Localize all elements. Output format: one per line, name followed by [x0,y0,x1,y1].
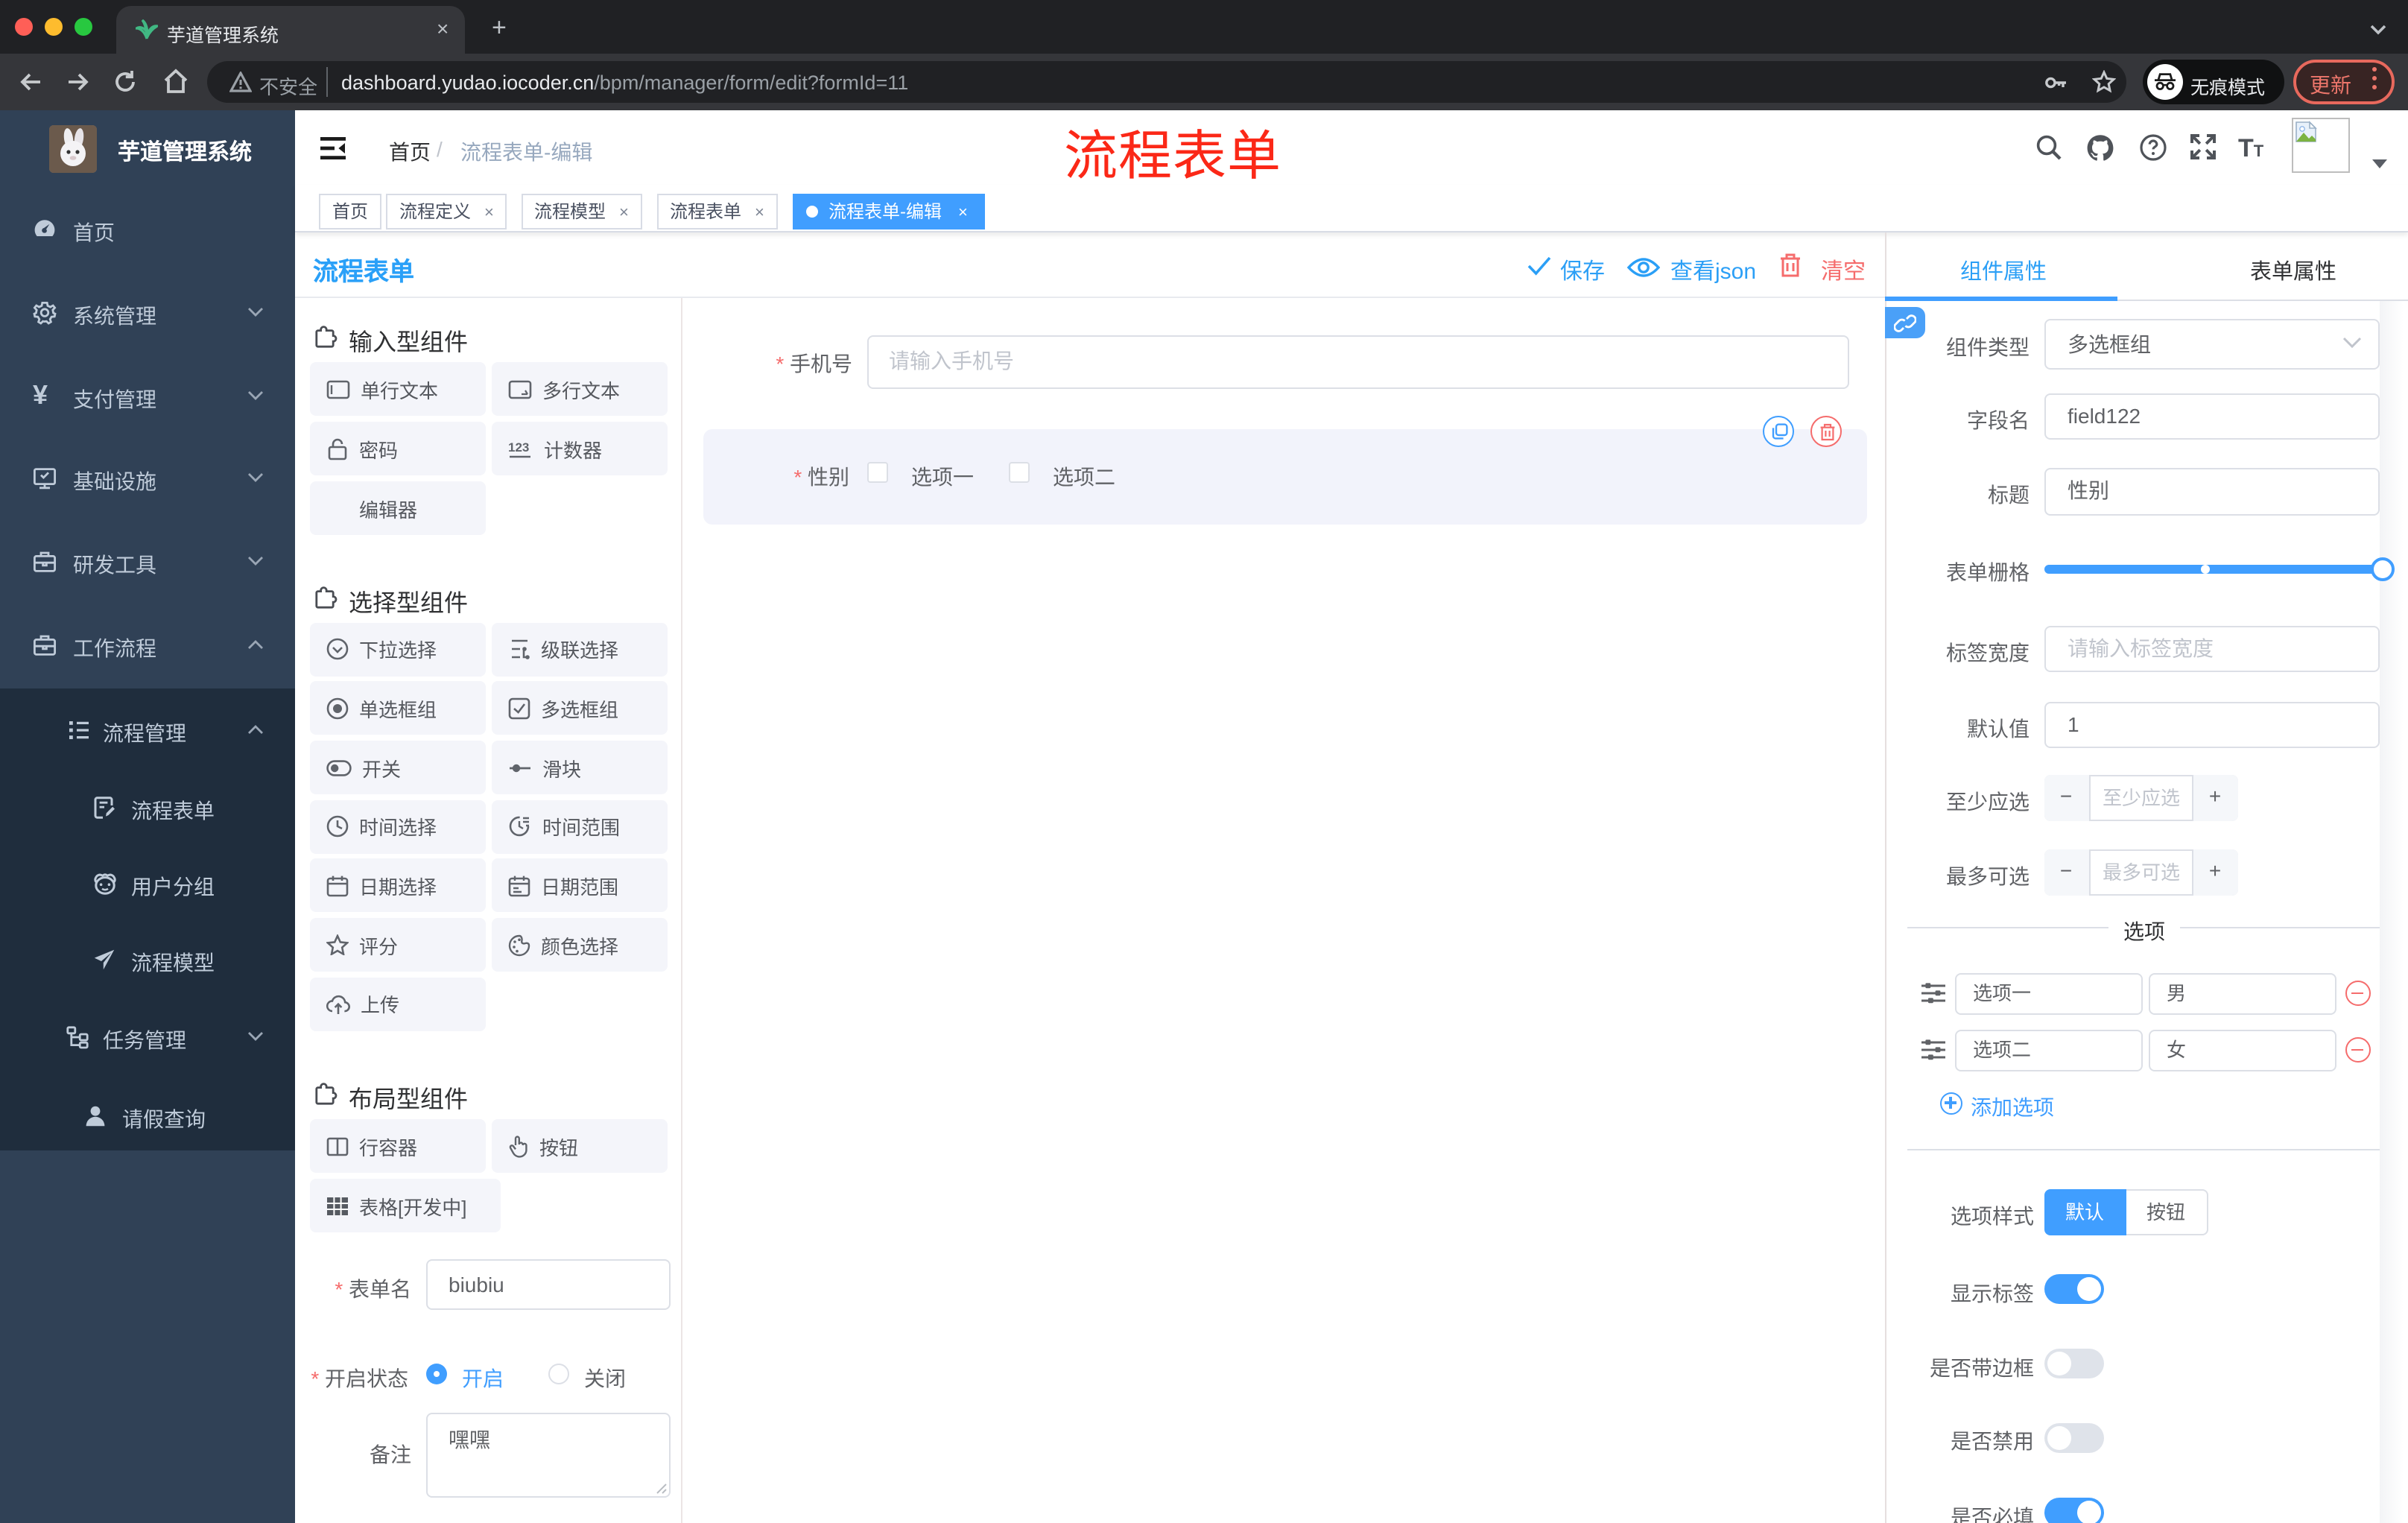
svg-text:123: 123 [508,440,529,454]
